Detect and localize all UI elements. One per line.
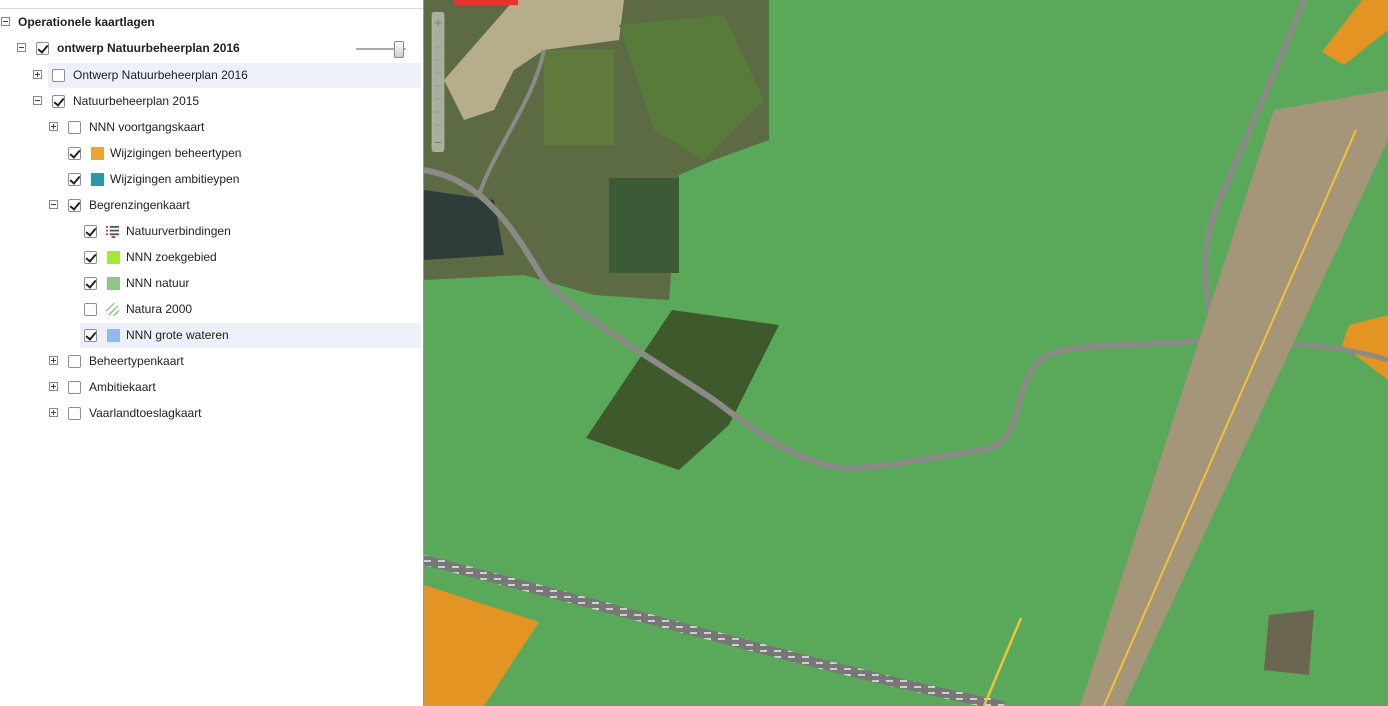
- expand-icon[interactable]: [49, 408, 58, 417]
- layer-checkbox[interactable]: [68, 173, 81, 186]
- layer-row-nnn-voortgangskaart[interactable]: NNN voortgangskaart: [0, 115, 423, 140]
- layer-label: Natuurverbindingen: [126, 224, 231, 238]
- panel-top-band: [0, 0, 423, 9]
- layer-checkbox[interactable]: [68, 381, 81, 394]
- layer-checkbox[interactable]: [84, 303, 97, 316]
- collapse-icon[interactable]: [1, 17, 10, 26]
- layer-label: NNN grote wateren: [126, 328, 229, 342]
- collapse-icon[interactable]: [17, 43, 26, 52]
- layer-row-wijzigingen-ambitieypen[interactable]: Wijzigingen ambitieypen: [0, 167, 423, 192]
- layer-row-vaarlandtoeslagkaart[interactable]: Vaarlandtoeslagkaart: [0, 401, 423, 426]
- layer-checkbox[interactable]: [68, 121, 81, 134]
- layer-row-natuurverbindingen[interactable]: Natuurverbindingen: [0, 219, 423, 244]
- clearing-patch: [1264, 610, 1314, 675]
- layer-label: Wijzigingen ambitieypen: [110, 172, 240, 186]
- expand-icon[interactable]: [33, 70, 42, 79]
- layer-row-nnn-natuur[interactable]: NNN natuur: [0, 271, 423, 296]
- toc-root-row: Operationele kaartlagen: [0, 10, 423, 35]
- red-header-tab: [454, 0, 518, 5]
- layer-row-beheertypenkaart[interactable]: Beheertypenkaart: [0, 349, 423, 374]
- layer-row-ontwerp-2016-sub[interactable]: Ontwerp Natuurbeheerplan 2016: [33, 63, 421, 88]
- layer-label: Ontwerp Natuurbeheerplan 2016: [73, 68, 248, 82]
- sports-field: [544, 50, 614, 145]
- zoom-out-icon[interactable]: −: [434, 135, 442, 150]
- layer-row-wijzigingen-beheertypen[interactable]: Wijzigingen beheertypen: [0, 141, 423, 166]
- zoom-in-icon[interactable]: +: [434, 15, 442, 30]
- hatch-legend-icon: [106, 303, 119, 316]
- layer-row-ambitiekaart[interactable]: Ambitiekaart: [0, 375, 423, 400]
- zoom-slider[interactable]: + −: [428, 12, 448, 152]
- layer-row-begrenzingenkaart[interactable]: Begrenzingenkaart: [0, 193, 423, 218]
- layer-row-nnn-grote-wateren[interactable]: NNN grote wateren: [80, 323, 421, 348]
- layer-checkbox[interactable]: [84, 225, 97, 238]
- map-view[interactable]: [424, 0, 1388, 706]
- layer-checkbox[interactable]: [52, 95, 65, 108]
- layer-checkbox[interactable]: [68, 407, 81, 420]
- layer-checkbox[interactable]: [36, 42, 49, 55]
- layer-label: Ambitiekaart: [89, 380, 156, 394]
- expand-icon[interactable]: [49, 356, 58, 365]
- collapse-icon[interactable]: [33, 96, 42, 105]
- layer-label: NNN zoekgebied: [126, 250, 217, 264]
- layer-row-natura-2000[interactable]: Natura 2000: [0, 297, 423, 322]
- pond: [424, 190, 504, 260]
- layer-label: NNN voortgangskaart: [89, 120, 205, 134]
- toc-root-label: Operationele kaartlagen: [18, 15, 155, 29]
- expand-icon[interactable]: [49, 122, 58, 131]
- layer-checkbox[interactable]: [68, 147, 81, 160]
- map-canvas[interactable]: [424, 0, 1388, 706]
- slider-thumb[interactable]: [394, 41, 404, 58]
- green-swatch-icon: [107, 277, 120, 290]
- lime-swatch-icon: [107, 251, 120, 264]
- layer-label: Natuurbeheerplan 2015: [73, 94, 200, 108]
- layer-label: NNN natuur: [126, 276, 190, 290]
- layer-label: Begrenzingenkaart: [89, 198, 190, 212]
- layer-label: Beheertypenkaart: [89, 354, 184, 368]
- layer-list-panel: Operationele kaartlagen ontwerp Natuurbe…: [0, 0, 424, 706]
- layer-label: Natura 2000: [126, 302, 193, 316]
- expand-icon[interactable]: [49, 382, 58, 391]
- layer-checkbox[interactable]: [84, 251, 97, 264]
- layer-label: Wijzigingen beheertypen: [110, 146, 242, 160]
- layer-row-nnn-zoekgebied[interactable]: NNN zoekgebied: [0, 245, 423, 270]
- layer-row-natuurbeheerplan-2015[interactable]: Natuurbeheerplan 2015: [0, 89, 423, 114]
- layer-label: Vaarlandtoeslagkaart: [89, 406, 202, 420]
- layer-checkbox[interactable]: [68, 199, 81, 212]
- layer-opacity-slider[interactable]: [356, 41, 406, 58]
- layer-checkbox[interactable]: [68, 355, 81, 368]
- layer-checkbox[interactable]: [84, 277, 97, 290]
- layer-checkbox[interactable]: [52, 69, 65, 82]
- teal-swatch-icon: [91, 173, 104, 186]
- blue-swatch-icon: [107, 329, 120, 342]
- collapse-icon[interactable]: [49, 200, 58, 209]
- orange-swatch-icon: [91, 147, 104, 160]
- sports-field: [609, 178, 679, 273]
- layer-checkbox[interactable]: [84, 329, 97, 342]
- lines-legend-icon: [106, 225, 119, 238]
- layer-label: ontwerp Natuurbeheerplan 2016: [57, 41, 240, 55]
